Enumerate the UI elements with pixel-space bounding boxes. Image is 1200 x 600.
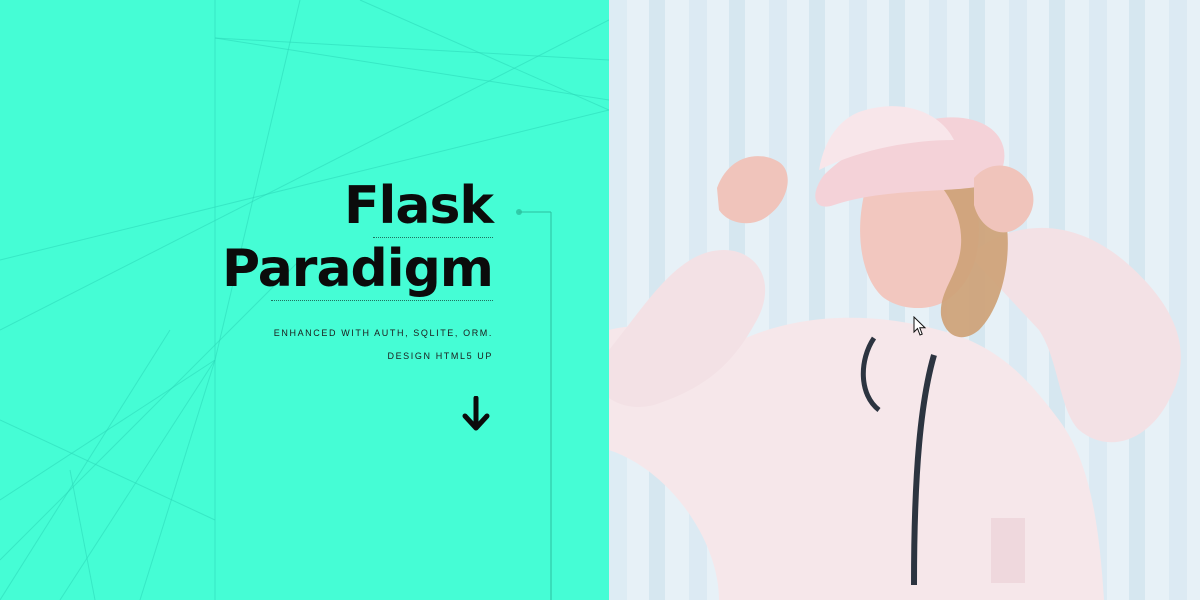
title-divider-1 bbox=[373, 237, 493, 238]
hero-credit: DESIGN HTML5 UP bbox=[387, 351, 493, 361]
title-line-2: Paradigm bbox=[222, 239, 494, 299]
scroll-down-button[interactable] bbox=[459, 395, 493, 433]
title-line-1: Flask bbox=[344, 176, 494, 236]
title-divider-2 bbox=[271, 300, 493, 301]
hero-subtitle: ENHANCED WITH AUTH, SQLITE, ORM. bbox=[273, 328, 493, 338]
hero-photo bbox=[609, 0, 1200, 600]
hero-title: Flask Paradigm bbox=[193, 176, 494, 301]
hero-left-panel: Flask Paradigm ENHANCED WITH AUTH, SQLIT… bbox=[0, 0, 609, 600]
hero-image-panel bbox=[609, 0, 1200, 600]
connector-line bbox=[516, 209, 552, 600]
arrow-down-icon bbox=[462, 396, 490, 431]
